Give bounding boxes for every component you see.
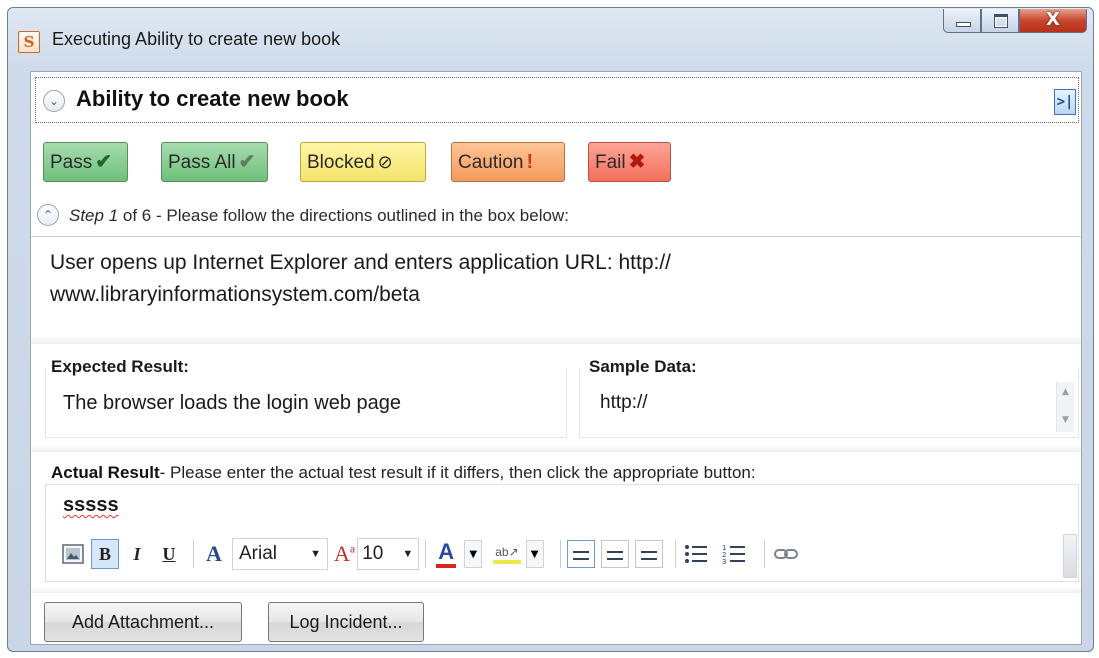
check-icon: ✔ [95,151,113,173]
bullet-list-button[interactable] [682,540,710,568]
font-color-icon: A [436,540,457,568]
test-execution-window: S Executing Ability to create new book X… [7,7,1094,652]
fail-button[interactable]: Fail ✖ [588,142,671,182]
blocked-icon: ⊘ [377,152,393,172]
pass-button[interactable]: Pass ✔ [43,142,128,182]
expected-result-label: Expected Result: [51,357,195,377]
editor-scrollbar[interactable] [1063,534,1077,578]
double-check-icon: ✔ [238,151,256,173]
actual-result-label-hint: - Please enter the actual test result if… [159,463,756,482]
font-color-button[interactable]: A [432,539,460,569]
underline-button[interactable]: U [155,539,183,569]
sample-data-label: Sample Data: [589,357,703,377]
sample-data-scrollbar[interactable]: ▲ ▼ [1056,382,1074,432]
window-controls: X [943,9,1087,33]
chevron-down-icon[interactable]: ⌄ [43,90,65,112]
test-case-title: Ability to create new book [76,86,349,111]
maximize-button[interactable] [981,9,1019,33]
chevron-up-icon[interactable]: ⌃ [37,204,59,226]
test-case-header: ⌄ Ability to create new book >| [35,77,1079,123]
insert-image-button[interactable] [59,539,87,569]
font-family-value: Arial [239,543,278,564]
actual-result-label: Actual Result- Please enter the actual t… [51,463,760,483]
image-icon [62,544,84,564]
step-number: Step 1 [69,206,119,225]
cross-icon: ✖ [628,151,646,173]
link-icon [773,549,798,559]
font-color-dropdown[interactable]: ▼ [464,540,483,568]
pass-all-label: Pass All [168,152,236,173]
step-instruction: Step 1 of 6 - Please follow the directio… [69,206,569,226]
highlight-icon: ab↗ [493,544,521,564]
divider [31,587,1081,593]
scroll-down-arrow[interactable]: ▼ [1057,410,1074,430]
log-incident-button[interactable]: Log Incident... [268,602,424,642]
bold-button[interactable]: B [91,539,119,569]
toolbar-separator [559,540,561,568]
divider [31,236,1081,237]
minimize-button[interactable] [943,9,981,33]
formatting-toolbar: B I U A Arial ▼ Aa 10 ▼ A ▼ ab↗ ▼ 1 2 3 [59,532,1069,576]
font-size-icon: Aa [334,541,356,566]
scroll-up-arrow[interactable]: ▲ [1057,382,1074,402]
pass-label: Pass [50,152,93,173]
pass-all-button[interactable]: Pass All ✔ [161,142,268,182]
dropdown-arrow-icon: ▼ [310,548,321,560]
font-size-value: 10 [362,543,384,564]
caution-label: Caution [458,152,524,173]
align-left-button[interactable] [566,540,595,568]
insert-link-button[interactable] [771,540,801,568]
window-title: Executing Ability to create new book [52,29,341,49]
italic-button[interactable]: I [123,539,151,569]
step-description: User opens up Internet Explorer and ente… [50,251,672,306]
highlight-button[interactable]: ab↗ [492,539,521,569]
numbered-list-icon: 1 2 3 [722,544,745,565]
divider [31,444,1081,452]
highlight-dropdown[interactable]: ▼ [525,540,544,568]
title-bar[interactable]: S Executing Ability to create new book X [8,8,1093,66]
divider [31,336,1081,344]
go-to-end-icon[interactable]: >| [1054,89,1076,115]
font-icon: A [206,541,222,566]
font-size-select[interactable]: 10 ▼ [357,538,420,570]
toolbar-separator [763,540,765,568]
step-header: ⌃ Step 1 of 6 - Please follow the direct… [37,200,1077,234]
numbered-list-button[interactable]: 1 2 3 [720,540,748,568]
fail-label: Fail [595,152,626,173]
close-icon: X [1046,9,1060,30]
blocked-button[interactable]: Blocked ⊘ [300,142,426,182]
toolbar-separator [193,540,194,568]
blocked-label: Blocked [307,152,375,173]
sample-data-value: http:// [600,392,648,413]
svg-text:3: 3 [722,558,726,565]
caution-button[interactable]: Caution! [451,142,565,182]
sample-data-box [579,368,1079,438]
font-family-select[interactable]: Arial ▼ [232,538,328,570]
close-button[interactable]: X [1019,9,1087,33]
toolbar-separator [425,540,427,568]
add-attachment-button[interactable]: Add Attachment... [44,602,242,642]
dropdown-arrow-icon: ▼ [402,548,414,560]
expected-result-value: The browser loads the login web page [63,392,401,414]
client-area: ⌄ Ability to create new book >| Pass ✔ Pa… [30,71,1082,645]
align-center-button[interactable] [600,540,629,568]
toolbar-separator [674,540,676,568]
actual-result-label-bold: Actual Result [51,463,160,482]
align-right-button[interactable] [634,540,663,568]
step-instruction-text: of 6 - Please follow the directions outl… [122,206,569,225]
app-logo-icon: S [18,31,40,53]
exclamation-icon: ! [526,151,534,173]
actual-result-text[interactable]: sssss [63,494,119,517]
bullet-list-icon [684,545,707,563]
